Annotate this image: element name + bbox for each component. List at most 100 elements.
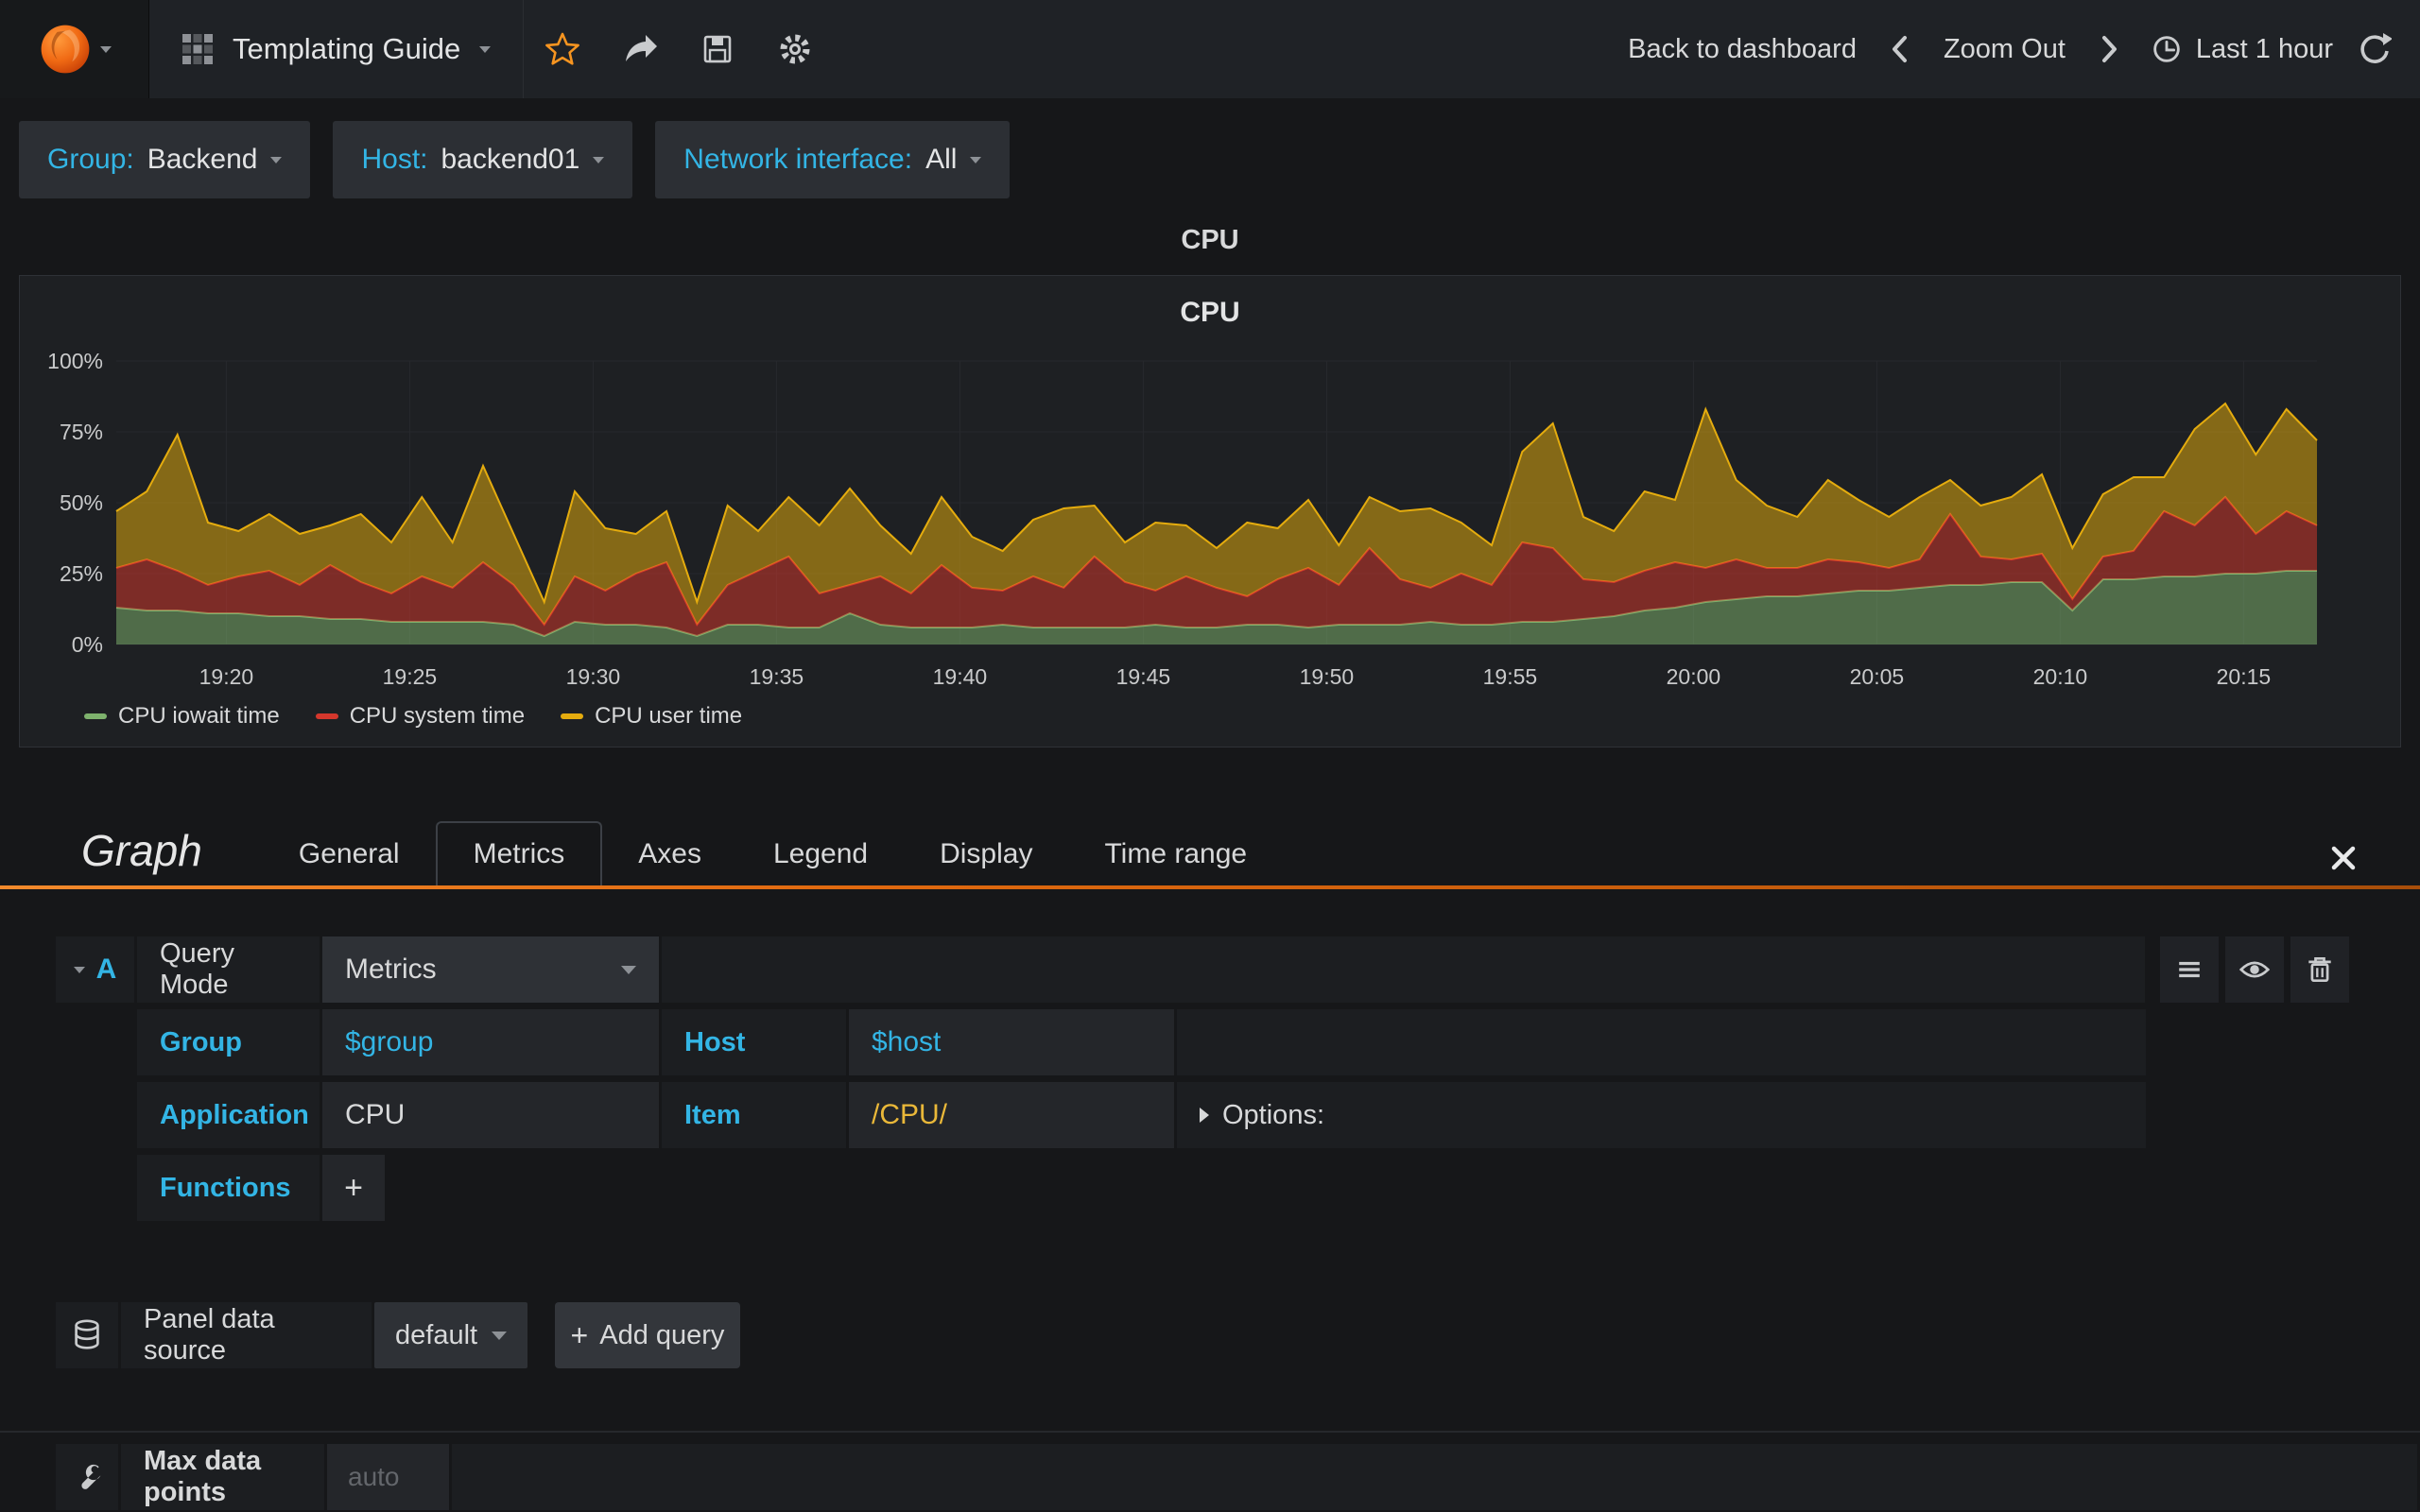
settings-button[interactable] xyxy=(756,0,834,98)
close-icon xyxy=(2331,846,2356,870)
x-tick-label: 19:55 xyxy=(1483,664,1538,689)
chevron-right-icon xyxy=(1200,1108,1209,1123)
query-row-filler xyxy=(452,1444,2417,1510)
refresh-button[interactable] xyxy=(2352,21,2394,77)
x-tick-label: 20:05 xyxy=(1850,664,1905,689)
template-var-value: All xyxy=(925,144,958,175)
chevron-down-icon xyxy=(621,965,636,974)
legend-item[interactable]: CPU user time xyxy=(561,703,742,730)
max-data-points-label: Max data points xyxy=(121,1444,324,1510)
section-divider xyxy=(0,1431,2420,1433)
metrics-tab-content: A Query Mode Metrics Group $group Host $… xyxy=(0,889,2420,1510)
query-menu-button[interactable] xyxy=(2160,936,2219,1003)
y-tick-label: 50% xyxy=(60,490,103,515)
add-function-button[interactable]: + xyxy=(322,1155,385,1221)
x-tick-label: 20:10 xyxy=(2033,664,2088,689)
dashboard-title: Templating Guide xyxy=(233,32,461,65)
cpu-stacked-area-chart[interactable]: 0% 25% 50% 75% 100% 19:20 19:25 19:30 19:35 19:40… xyxy=(20,333,2400,701)
tab-metrics[interactable]: Metrics xyxy=(435,821,603,885)
legend-color-dash xyxy=(315,713,338,719)
zoom-out-button[interactable]: Zoom Out xyxy=(1930,34,2079,65)
tab-axes[interactable]: Axes xyxy=(602,823,737,885)
template-variable-row: Group: Backend Host: backend01 Network i… xyxy=(0,98,2420,198)
query-collapse-button[interactable]: A xyxy=(56,936,134,1003)
star-icon xyxy=(545,32,580,65)
functions-label: Functions xyxy=(137,1155,320,1221)
time-range-picker-button[interactable]: Last 1 hour xyxy=(2139,31,2342,67)
legend-label: CPU user time xyxy=(595,703,743,729)
query-delete-button[interactable] xyxy=(2290,936,2349,1003)
dashboard-title-menu[interactable]: Templating Guide xyxy=(149,0,525,98)
x-tick-label: 19:30 xyxy=(566,664,621,689)
editor-close-button[interactable] xyxy=(2329,844,2420,885)
chart-title: CPU xyxy=(1180,297,1240,328)
field-application-label: Application xyxy=(137,1082,320,1148)
datasource-value: default xyxy=(395,1319,478,1350)
field-host-value[interactable]: $host xyxy=(849,1009,1174,1075)
field-group-value[interactable]: $group xyxy=(322,1009,659,1075)
editor-panel-type: Graph xyxy=(81,826,202,875)
panel-editor-header: Graph General Metrics Axes Legend Displa… xyxy=(0,810,2420,885)
shift-time-forward-button[interactable] xyxy=(2088,21,2130,77)
y-tick-label: 75% xyxy=(60,420,103,444)
add-query-label: Add query xyxy=(599,1319,725,1350)
x-tick-label: 19:20 xyxy=(199,664,254,689)
x-tick-label: 19:45 xyxy=(1116,664,1171,689)
panel-data-source-label: Panel data source xyxy=(121,1302,372,1368)
wrench-icon xyxy=(81,1464,101,1489)
legend-item[interactable]: CPU iowait time xyxy=(84,703,280,730)
chart-panel: CPU 0% 25% 50% 75% 100% 19:20 19:25 19:30 19:35 1… xyxy=(19,275,2401,747)
chevron-down-icon xyxy=(73,966,85,973)
y-tick-label: 0% xyxy=(72,632,103,657)
save-icon xyxy=(703,35,732,63)
wrench-icon-box xyxy=(56,1444,118,1510)
plus-icon: + xyxy=(344,1169,363,1206)
field-item-label: Item xyxy=(662,1082,846,1148)
star-button[interactable] xyxy=(524,0,601,98)
field-application-value[interactable]: CPU xyxy=(322,1082,659,1148)
grafana-logo-icon xyxy=(41,25,89,74)
navbar-right-controls: Back to dashboard Zoom Out Last 1 hour xyxy=(1615,21,2420,77)
tab-legend[interactable]: Legend xyxy=(737,823,904,885)
panel-title[interactable]: CPU xyxy=(0,225,2420,256)
tab-time-range[interactable]: Time range xyxy=(1068,823,1283,885)
chevron-right-icon xyxy=(2101,36,2117,62)
query-mode-select[interactable]: Metrics xyxy=(322,936,659,1003)
tab-display[interactable]: Display xyxy=(904,823,1068,885)
trash-icon xyxy=(2308,956,2331,983)
x-tick-label: 19:25 xyxy=(383,664,438,689)
back-to-dashboard-button[interactable]: Back to dashboard xyxy=(1615,34,1870,65)
query-mode-label: Query Mode xyxy=(137,936,320,1003)
chevron-down-icon xyxy=(99,45,112,53)
max-data-points-input[interactable] xyxy=(327,1444,449,1510)
chart-legend: CPU iowait time CPU system time CPU user t… xyxy=(84,703,2400,730)
shift-time-back-button[interactable] xyxy=(1879,21,1921,77)
save-button[interactable] xyxy=(679,0,756,98)
template-var-host[interactable]: Host: backend01 xyxy=(333,121,633,198)
template-var-group[interactable]: Group: Backend xyxy=(19,121,311,198)
plus-icon: + xyxy=(570,1317,589,1352)
x-tick-label: 19:35 xyxy=(750,664,804,689)
clock-icon xyxy=(2153,36,2180,62)
template-var-value: backend01 xyxy=(441,144,580,175)
legend-item[interactable]: CPU system time xyxy=(315,703,525,730)
template-var-label: Group: xyxy=(47,144,134,175)
options-toggle[interactable]: Options: xyxy=(1177,1082,2146,1148)
x-tick-label: 20:15 xyxy=(2217,664,2272,689)
tab-general[interactable]: General xyxy=(263,823,436,885)
chevron-down-icon xyxy=(492,1331,507,1340)
share-button[interactable] xyxy=(601,0,679,98)
query-row-filler xyxy=(662,936,2145,1003)
grafana-logo-menu[interactable] xyxy=(0,0,149,98)
share-icon xyxy=(626,35,658,61)
query-row-application-item: Application CPU Item /CPU/ Options: xyxy=(137,1082,2146,1148)
datasource-icon-box xyxy=(56,1302,118,1368)
y-tick-label: 100% xyxy=(47,349,103,373)
legend-color-dash xyxy=(561,713,584,719)
add-query-button[interactable]: + Add query xyxy=(555,1302,740,1368)
panel-data-source-row: Panel data source default + Add query xyxy=(56,1302,2420,1368)
query-toggle-visibility-button[interactable] xyxy=(2225,936,2284,1003)
field-item-value[interactable]: /CPU/ xyxy=(849,1082,1174,1148)
datasource-select[interactable]: default xyxy=(374,1302,527,1368)
template-var-network-interface[interactable]: Network interface: All xyxy=(655,121,1011,198)
